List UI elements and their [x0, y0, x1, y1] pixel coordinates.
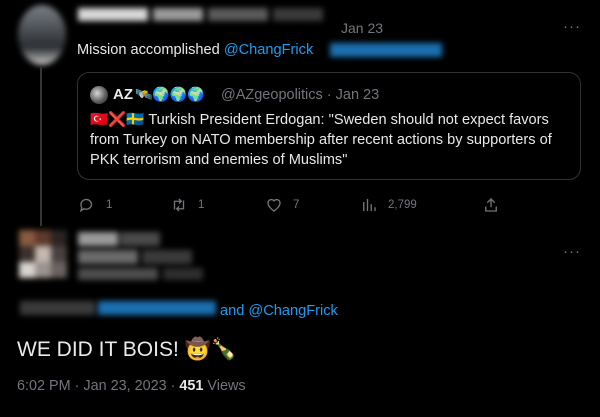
tweet-date[interactable]: Jan 23 [341, 20, 383, 36]
replying-to-redacted[interactable] [20, 297, 220, 319]
quote-flags: 🇹🇷❌🇸🇪 [90, 112, 145, 128]
views-count: 451 [179, 378, 204, 394]
views-button[interactable]: 2,799 [360, 196, 417, 214]
more-options-button[interactable]: ··· [563, 243, 581, 260]
tweet-metadata: 6:02 PM · Jan 23, 2023 · 451 Views [17, 378, 246, 394]
retweet-button[interactable]: 1 [170, 196, 204, 214]
tweet-body: Mission accomplished [77, 42, 220, 58]
thread-connector-line [40, 66, 42, 226]
reply-button[interactable]: 1 [78, 196, 112, 214]
replying-to-mention[interactable]: and @ChangFrick [220, 303, 338, 319]
retweet-count: 1 [198, 199, 205, 211]
reply-count: 1 [106, 199, 113, 211]
author-name-redacted[interactable] [78, 8, 328, 23]
quote-author-name[interactable]: AZ [113, 86, 133, 103]
tweet-text: WE DID IT BOIS! 🤠🍾 [17, 338, 237, 361]
avatar[interactable] [19, 230, 67, 278]
quote-text: 🇹🇷❌🇸🇪 Turkish President Erdogan: "Sweden… [90, 110, 570, 170]
avatar[interactable] [18, 5, 66, 65]
views-count: 2,799 [388, 199, 417, 211]
share-icon [485, 198, 497, 212]
quote-author-emojis: 🛰️🌍🌍🌍 [135, 86, 205, 102]
author-name-redacted[interactable] [78, 232, 208, 282]
quote-avatar[interactable] [90, 86, 108, 104]
like-button[interactable]: 7 [265, 196, 299, 214]
like-count: 7 [293, 199, 300, 211]
retweet-icon [173, 198, 185, 212]
mention-link[interactable]: @ChangFrick [224, 42, 313, 58]
reply-icon [79, 198, 93, 213]
mention-redacted[interactable] [330, 43, 442, 57]
tweet-text: Mission accomplished @ChangFrick [77, 42, 313, 58]
share-button[interactable] [482, 196, 500, 214]
quote-handle-date[interactable]: @AZgeopolitics · Jan 23 [221, 87, 379, 103]
views-label: Views [203, 378, 246, 394]
views-icon [363, 199, 376, 211]
more-options-button[interactable]: ··· [563, 18, 581, 35]
quote-body: Turkish President Erdogan: "Sweden shoul… [90, 112, 552, 168]
tweet-timestamp[interactable]: 6:02 PM · Jan 23, 2023 · [17, 378, 179, 394]
like-icon [267, 198, 281, 212]
